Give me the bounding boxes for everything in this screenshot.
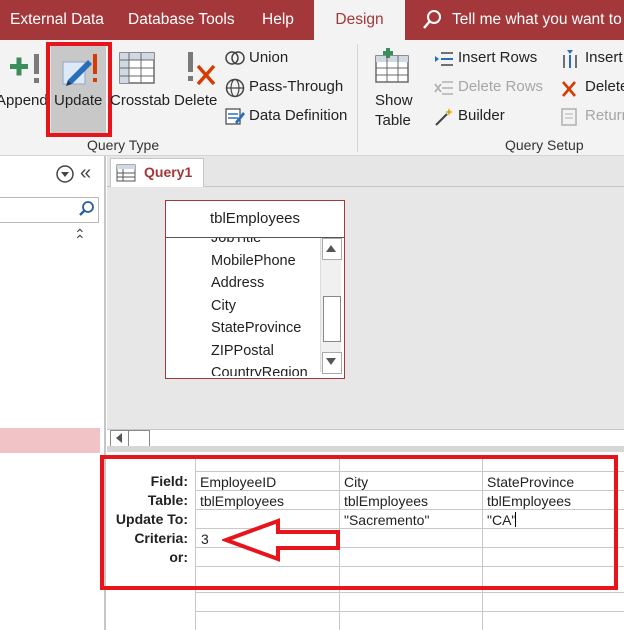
tab-database-tools[interactable]: Database Tools bbox=[128, 0, 235, 40]
builder-wand-icon bbox=[435, 108, 453, 126]
crosstab-button[interactable]: Crosstab bbox=[108, 48, 170, 138]
grid-highlight-box bbox=[100, 455, 618, 590]
show-table-label-2: Table bbox=[375, 112, 411, 129]
crosstab-icon bbox=[119, 52, 155, 84]
nav-menu-dropdown-icon[interactable] bbox=[55, 164, 75, 184]
insert-columns-label: Insert bbox=[585, 49, 623, 66]
show-table-button[interactable]: Show Table bbox=[366, 48, 420, 138]
append-icon bbox=[10, 54, 39, 83]
nav-search-icon[interactable] bbox=[78, 200, 96, 218]
field-item[interactable]: JobTitle bbox=[211, 238, 308, 250]
field-item[interactable]: StateProvince bbox=[211, 317, 308, 340]
builder-label: Builder bbox=[458, 107, 505, 124]
union-icon bbox=[225, 51, 245, 65]
scroll-left-arrow-icon bbox=[116, 433, 122, 443]
data-definition-label: Data Definition bbox=[249, 107, 348, 124]
union-label: Union bbox=[249, 49, 289, 66]
delete-rows-label: Delete Rows bbox=[458, 78, 544, 95]
navigation-pane bbox=[0, 156, 105, 630]
group-separator bbox=[357, 44, 358, 152]
data-definition-icon bbox=[225, 108, 245, 125]
field-item[interactable]: CountryRegion bbox=[211, 362, 308, 376]
insert-rows-icon bbox=[435, 52, 453, 66]
return-icon bbox=[561, 108, 577, 126]
tab-design[interactable]: Design bbox=[314, 0, 405, 40]
field-list-tblemployees[interactable]: tblEmployees JobTitle MobilePhone Addres… bbox=[165, 200, 345, 379]
update-highlight-box bbox=[46, 42, 112, 137]
append-label: Append bbox=[0, 92, 48, 109]
tell-me-text: Tell me what you want to bbox=[452, 11, 622, 28]
grid-line bbox=[195, 592, 624, 593]
upper-pane-hscrollbar[interactable] bbox=[107, 429, 624, 447]
annotation-arrow-icon bbox=[222, 518, 340, 562]
append-button[interactable]: Append bbox=[0, 48, 48, 138]
pass-through-label: Pass-Through bbox=[249, 78, 344, 95]
field-list-column: JobTitle MobilePhone Address City StateP… bbox=[211, 238, 308, 376]
delete-query-button[interactable]: Delete bbox=[172, 48, 220, 138]
globe-icon bbox=[225, 78, 245, 98]
tab-help[interactable]: Help bbox=[262, 0, 294, 40]
tab-query1[interactable]: Query1 bbox=[110, 158, 204, 187]
query-setup-group-label: Query Setup bbox=[505, 137, 584, 153]
query-type-group-label: Query Type bbox=[87, 137, 160, 153]
grid-line bbox=[195, 611, 624, 612]
delete-columns-label: Delete bbox=[585, 78, 624, 95]
field-item[interactable]: Address bbox=[211, 272, 308, 295]
nav-selected-item[interactable] bbox=[0, 428, 100, 453]
delete-rows-icon bbox=[434, 81, 453, 95]
query1-tab-label: Query1 bbox=[144, 164, 193, 180]
field-item[interactable]: ZIPPostal bbox=[211, 340, 308, 363]
field-list-title: tblEmployees bbox=[209, 210, 301, 227]
insert-rows-label: Insert Rows bbox=[458, 49, 538, 66]
field-list-scrollbar[interactable] bbox=[320, 238, 342, 374]
tell-me-search[interactable]: Tell me what you want to bbox=[422, 0, 622, 40]
scroll-down-arrow-icon bbox=[326, 358, 336, 365]
scroll-thumb[interactable] bbox=[323, 296, 341, 342]
delete-columns-icon bbox=[562, 81, 576, 97]
return-label: Return bbox=[585, 107, 624, 124]
delete-x-icon bbox=[188, 52, 216, 86]
scroll-up-arrow-icon bbox=[326, 245, 336, 252]
search-icon bbox=[423, 9, 441, 29]
tab-external-data[interactable]: External Data bbox=[10, 0, 104, 40]
field-item[interactable]: MobilePhone bbox=[211, 250, 308, 273]
hscroll-thumb[interactable] bbox=[128, 430, 150, 447]
field-item[interactable]: City bbox=[211, 295, 308, 318]
crosstab-label: Crosstab bbox=[110, 92, 171, 109]
delete-label: Delete bbox=[174, 92, 218, 109]
shutter-bar-close-icon[interactable]: « bbox=[80, 163, 91, 183]
collapse-group-icon-2: ⌃ bbox=[74, 232, 86, 248]
show-table-label-1: Show bbox=[375, 92, 413, 109]
insert-columns-icon bbox=[563, 50, 577, 68]
field-list-items: JobTitle MobilePhone Address City StateP… bbox=[166, 238, 320, 376]
field-list-header: tblEmployees bbox=[166, 201, 344, 238]
query-object-icon bbox=[116, 164, 136, 182]
show-table-icon bbox=[375, 48, 409, 83]
